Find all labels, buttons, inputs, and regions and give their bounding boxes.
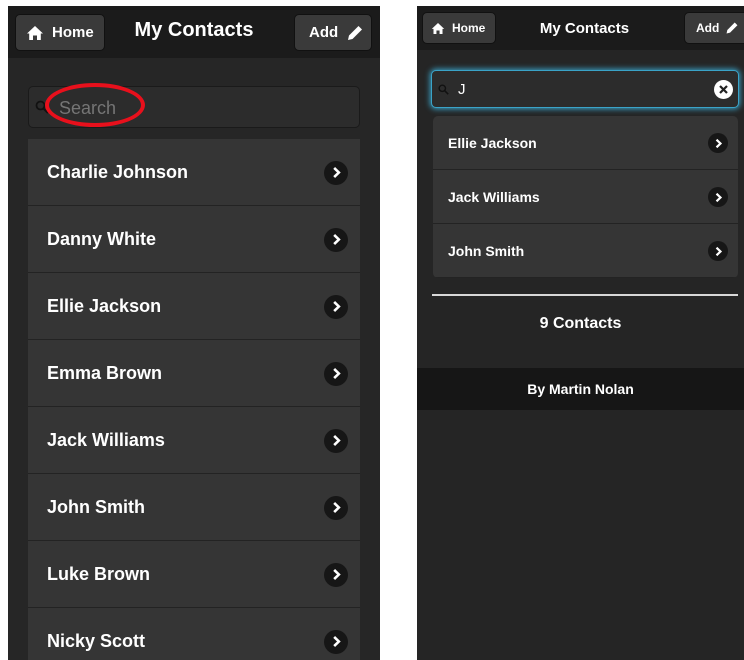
footer-credit-label: By Martin Nolan [527,381,634,397]
home-icon [431,22,445,34]
header-bar: Home My Contacts Add [8,6,380,58]
list-item[interactable]: Jack Williams [28,407,360,474]
chevron-right-icon [324,160,348,185]
contact-name: Ellie Jackson [47,295,162,316]
contacts-screen-filtered: Home My Contacts Add Ellie Jackson Jack W… [417,6,744,660]
chevron-right-icon [708,187,728,207]
search-icon [438,84,449,95]
contact-list: Charlie Johnson Danny White Ellie Jackson E… [28,139,360,660]
list-item[interactable]: John Smith [433,224,738,278]
search-input[interactable] [458,77,698,101]
contact-name: Luke Brown [47,563,151,584]
clear-icon[interactable] [714,80,733,99]
contacts-screen-default: Home My Contacts Add Charlie Johnson Dann… [8,6,380,660]
divider [432,294,738,296]
chevron-right-icon [324,361,348,386]
chevron-right-icon [324,227,348,252]
contact-name: Charlie Johnson [47,161,189,182]
list-item[interactable]: Luke Brown [28,541,360,608]
header-bar: Home My Contacts Add [417,6,744,50]
chevron-right-icon [324,495,348,520]
list-item[interactable]: Charlie Johnson [28,139,360,206]
list-item[interactable]: Ellie Jackson [433,116,738,170]
search-bar[interactable] [28,86,360,128]
list-item[interactable]: Ellie Jackson [28,273,360,340]
contact-name: Jack Williams [448,188,540,205]
search-icon [35,100,49,114]
contact-name: Emma Brown [47,362,163,383]
home-button-label: Home [52,24,94,41]
chevron-right-icon [708,133,728,153]
search-bar[interactable] [431,70,739,108]
results-list: Ellie Jackson Jack Williams John Smith [433,116,738,278]
chevron-right-icon [324,428,348,453]
chevron-right-icon [324,629,348,654]
contact-name: John Smith [47,496,145,517]
list-item[interactable]: Emma Brown [28,340,360,407]
add-button-label: Add [696,21,720,35]
add-button-label: Add [309,24,339,41]
chevron-right-icon [708,241,728,261]
chevron-right-icon [324,294,348,319]
list-item[interactable]: Danny White [28,206,360,273]
add-button[interactable]: Add [294,14,372,51]
home-button-label: Home [452,21,486,35]
pencil-icon [726,22,738,34]
footer-credit: By Martin Nolan [417,368,744,410]
contact-name: Jack Williams [47,429,165,450]
home-button[interactable]: Home [422,12,496,44]
contact-count: 9 Contacts [539,315,622,332]
contact-name: John Smith [448,242,525,259]
add-button[interactable]: Add [684,12,744,44]
contact-name: Ellie Jackson [448,134,537,151]
page-title: My Contacts [134,19,254,41]
search-input[interactable] [59,94,349,122]
list-item[interactable]: Jack Williams [433,170,738,224]
list-item[interactable]: Nicky Scott [28,608,360,660]
list-item[interactable]: John Smith [28,474,360,541]
chevron-right-icon [324,562,348,587]
contact-name: Danny White [47,228,157,249]
page-title: My Contacts [539,20,630,37]
pencil-icon [348,25,363,40]
contact-name: Nicky Scott [47,630,146,651]
home-button[interactable]: Home [15,14,105,51]
home-icon [27,25,43,40]
